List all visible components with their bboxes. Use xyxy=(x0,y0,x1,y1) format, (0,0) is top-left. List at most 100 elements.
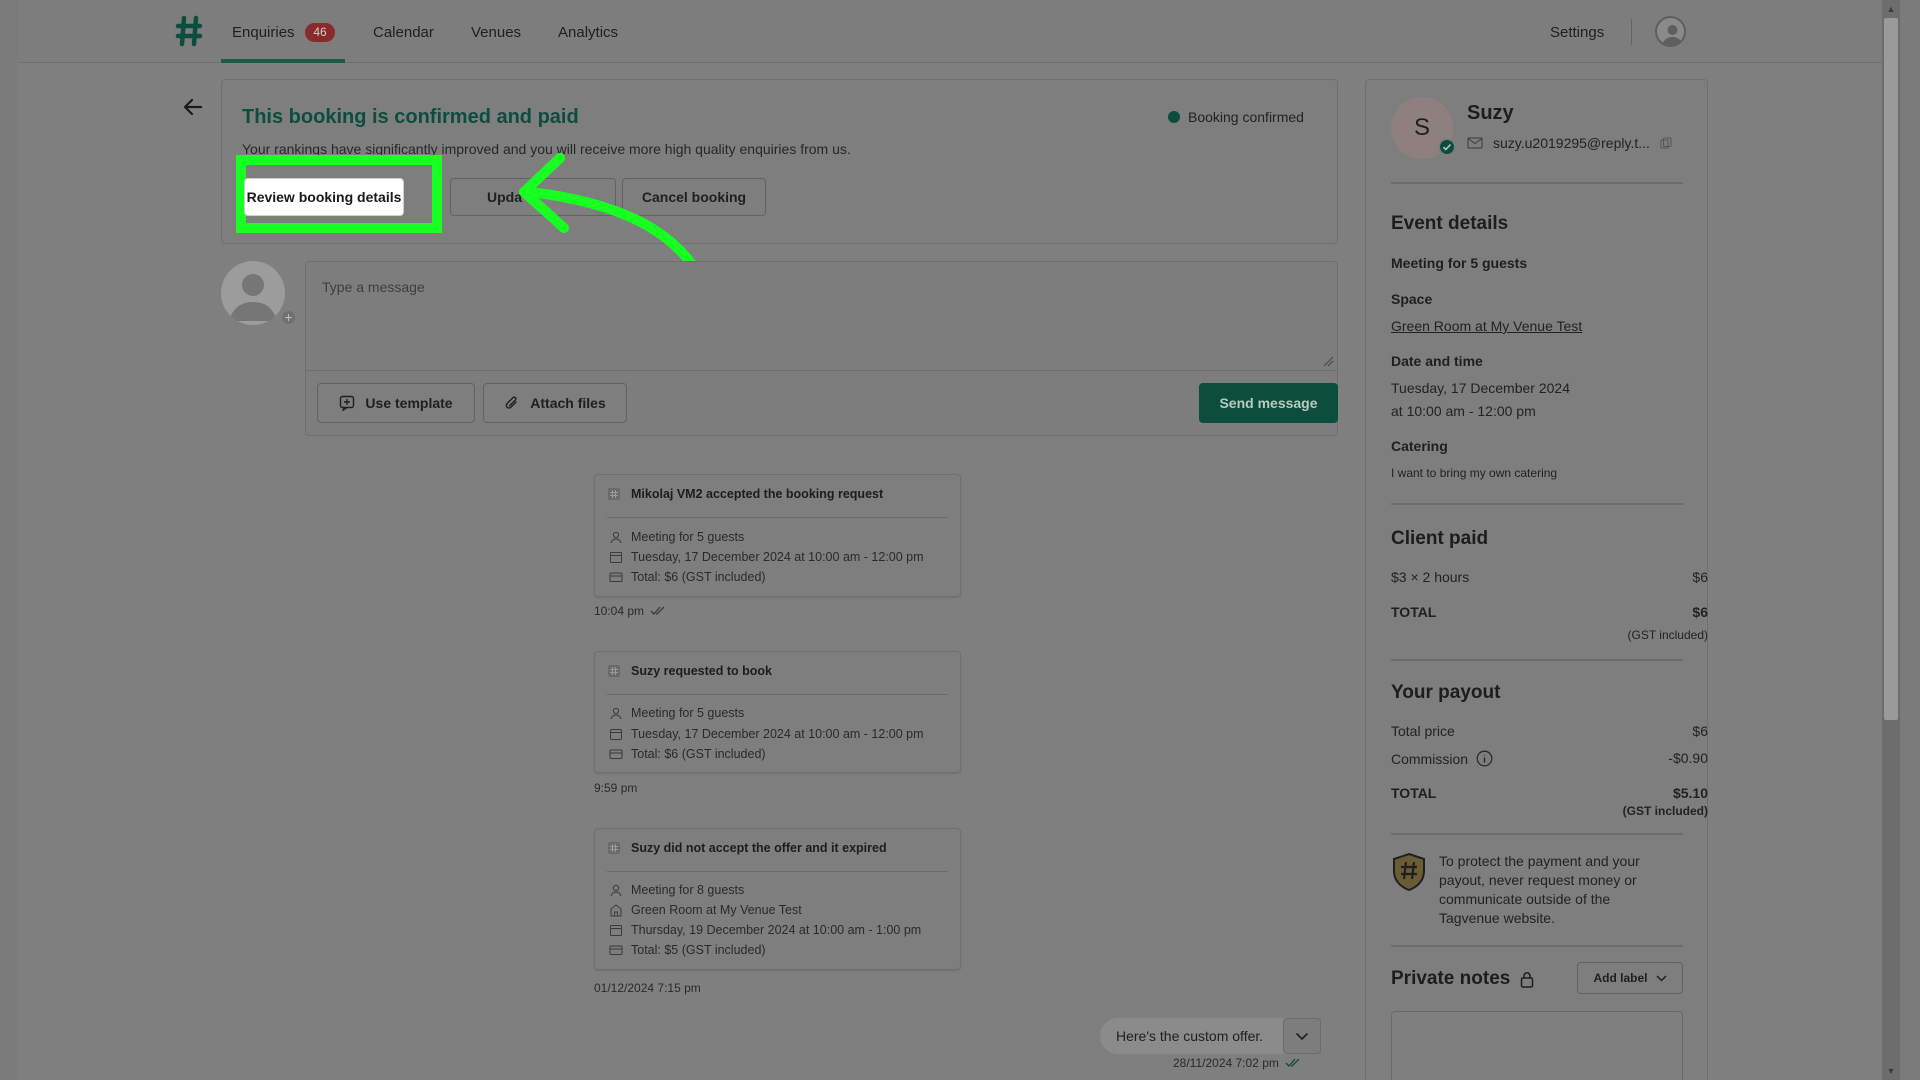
offer-timestamp: 28/11/2024 7:02 pm xyxy=(1173,1056,1301,1070)
enquiries-count-badge: 46 xyxy=(305,23,335,42)
venue-icon xyxy=(610,904,622,917)
payment-protection-note: To protect the payment and your payout, … xyxy=(1439,853,1640,926)
use-template-button[interactable]: Use template xyxy=(317,383,475,423)
card-icon xyxy=(609,749,623,759)
shield-icon xyxy=(1393,852,1425,892)
payout-total-label: TOTAL xyxy=(1391,785,1437,801)
host-avatar[interactable] xyxy=(221,261,285,325)
scroll-down-icon[interactable]: ▼ xyxy=(1885,1065,1897,1077)
your-payout-heading: Your payout xyxy=(1391,682,1501,703)
commission-label: Commission xyxy=(1391,750,1469,767)
sidebar-divider xyxy=(1391,833,1683,835)
expand-offer-button[interactable] xyxy=(1283,1018,1321,1054)
timeline-timestamp: 9:59 pm xyxy=(594,781,637,795)
template-icon xyxy=(340,395,355,411)
timeline-row-text: Meeting for 5 guests xyxy=(631,706,745,720)
timestamp-text: 9:59 pm xyxy=(594,781,638,795)
private-notes-heading: Private notes xyxy=(1391,968,1511,989)
timestamp-text: 28/11/2024 7:02 pm xyxy=(1173,1056,1279,1070)
timeline-row-text: Tuesday, 17 December 2024 at 10:00 am - … xyxy=(631,727,924,741)
total-price-amount: $6 xyxy=(1692,723,1708,739)
client-email-row: suzy.u2019295@reply.t... xyxy=(1467,135,1672,151)
nav-venues[interactable]: Venues xyxy=(471,24,521,41)
timeline-divider xyxy=(607,694,948,695)
info-icon[interactable] xyxy=(1476,750,1493,767)
timeline-row: Total: $5 (GST included) xyxy=(609,943,766,957)
scroll-up-icon[interactable]: ▲ xyxy=(1885,3,1897,15)
add-label-button[interactable]: Add label xyxy=(1577,962,1683,994)
sidebar-divider xyxy=(1391,659,1683,661)
paperclip-icon xyxy=(505,396,517,409)
double-check-icon xyxy=(650,606,665,615)
message-input[interactable] xyxy=(305,261,1338,371)
nav-analytics[interactable]: Analytics xyxy=(558,24,618,41)
add-photo-icon[interactable]: + xyxy=(280,309,297,326)
use-template-label: Use template xyxy=(365,395,453,411)
active-tab-indicator xyxy=(221,59,345,63)
timeline-row: Tuesday, 17 December 2024 at 10:00 am - … xyxy=(609,727,924,741)
timeline-row-text: Total: $6 (GST included) xyxy=(631,747,766,761)
date-time-label: Date and time xyxy=(1391,353,1483,369)
space-label: Space xyxy=(1391,291,1433,307)
payout-total-amount: $5.10 xyxy=(1672,785,1708,801)
mail-icon xyxy=(1467,137,1483,149)
timeline-divider xyxy=(607,517,948,518)
timeline-row: Meeting for 8 guests xyxy=(609,883,744,897)
back-arrow-icon[interactable] xyxy=(182,96,204,118)
nav-calendar[interactable]: Calendar xyxy=(373,24,434,41)
review-booking-details-button[interactable]: Review booking details xyxy=(244,178,404,216)
nav-enquiries[interactable]: Enquiries xyxy=(232,24,295,41)
user-avatar-icon[interactable] xyxy=(1655,16,1686,47)
private-notes-header: Private notes xyxy=(1391,968,1534,990)
timeline-row: Total: $6 (GST included) xyxy=(609,747,766,761)
card-icon xyxy=(609,945,623,955)
chevron-down-icon xyxy=(1655,974,1667,982)
tagvenue-small-icon xyxy=(608,842,620,854)
timeline-row: Meeting for 5 guests xyxy=(609,706,744,720)
resize-handle-icon[interactable] xyxy=(1322,355,1334,367)
space-link[interactable]: Green Room at My Venue Test xyxy=(1391,318,1582,334)
timeline-event-header: Suzy did not accept the offer and it exp… xyxy=(607,841,887,855)
card-icon xyxy=(609,572,623,582)
status-pill-label: Booking confirmed xyxy=(1188,109,1304,125)
timestamp-text: 01/12/2024 7:15 pm xyxy=(594,981,701,995)
guests-icon xyxy=(610,531,622,544)
commission-amount: -$0.90 xyxy=(1668,750,1708,766)
sidebar-divider xyxy=(1391,945,1683,947)
calendar-icon xyxy=(610,729,622,740)
total-price-label: Total price xyxy=(1391,723,1455,739)
timeline-event-header: Suzy requested to book xyxy=(607,664,772,678)
timestamp-text: 10:04 pm xyxy=(594,604,645,618)
payout-gst-note: (GST included) xyxy=(1622,804,1708,818)
calendar-icon xyxy=(610,552,622,563)
double-check-icon xyxy=(1285,1058,1300,1067)
commission-row: Commission xyxy=(1391,750,1493,767)
timeline-event-title: Suzy requested to book xyxy=(631,664,772,678)
client-total-label: TOTAL xyxy=(1391,604,1437,620)
catering-label: Catering xyxy=(1391,438,1448,454)
copy-icon[interactable] xyxy=(1660,137,1672,149)
timeline-row-text: Total: $5 (GST included) xyxy=(631,943,766,957)
add-label-text: Add label xyxy=(1593,971,1648,985)
update-booking-button[interactable]: Upda xyxy=(450,178,616,216)
timeline-row-text: Thursday, 19 December 2024 at 10:00 am -… xyxy=(631,923,922,937)
sidebar-divider xyxy=(1391,182,1683,184)
tagvenue-small-icon xyxy=(608,488,620,500)
nav-settings[interactable]: Settings xyxy=(1550,24,1604,41)
timeline-event-title: Mikolaj VM2 accepted the booking request xyxy=(631,487,884,501)
cancel-booking-button[interactable]: Cancel booking xyxy=(622,178,766,216)
attach-files-button[interactable]: Attach files xyxy=(483,383,627,423)
tagvenue-logo-icon[interactable] xyxy=(172,14,206,48)
booking-status-title: This booking is confirmed and paid xyxy=(242,106,579,128)
line-item-label: $3 × 2 hours xyxy=(1391,569,1470,585)
send-message-button[interactable]: Send message xyxy=(1199,383,1338,423)
scrollbar-thumb[interactable] xyxy=(1884,18,1898,720)
timeline-event-header: Mikolaj VM2 accepted the booking request xyxy=(607,487,883,501)
tagvenue-small-icon xyxy=(608,665,620,677)
lock-icon xyxy=(1521,971,1534,988)
chevron-down-icon xyxy=(1295,1032,1309,1040)
private-notes-input[interactable] xyxy=(1391,1011,1683,1080)
client-name: Suzy xyxy=(1467,102,1514,124)
timeline-row-text: Meeting for 8 guests xyxy=(631,883,745,897)
event-date: Tuesday, 17 December 2024 xyxy=(1391,380,1570,396)
